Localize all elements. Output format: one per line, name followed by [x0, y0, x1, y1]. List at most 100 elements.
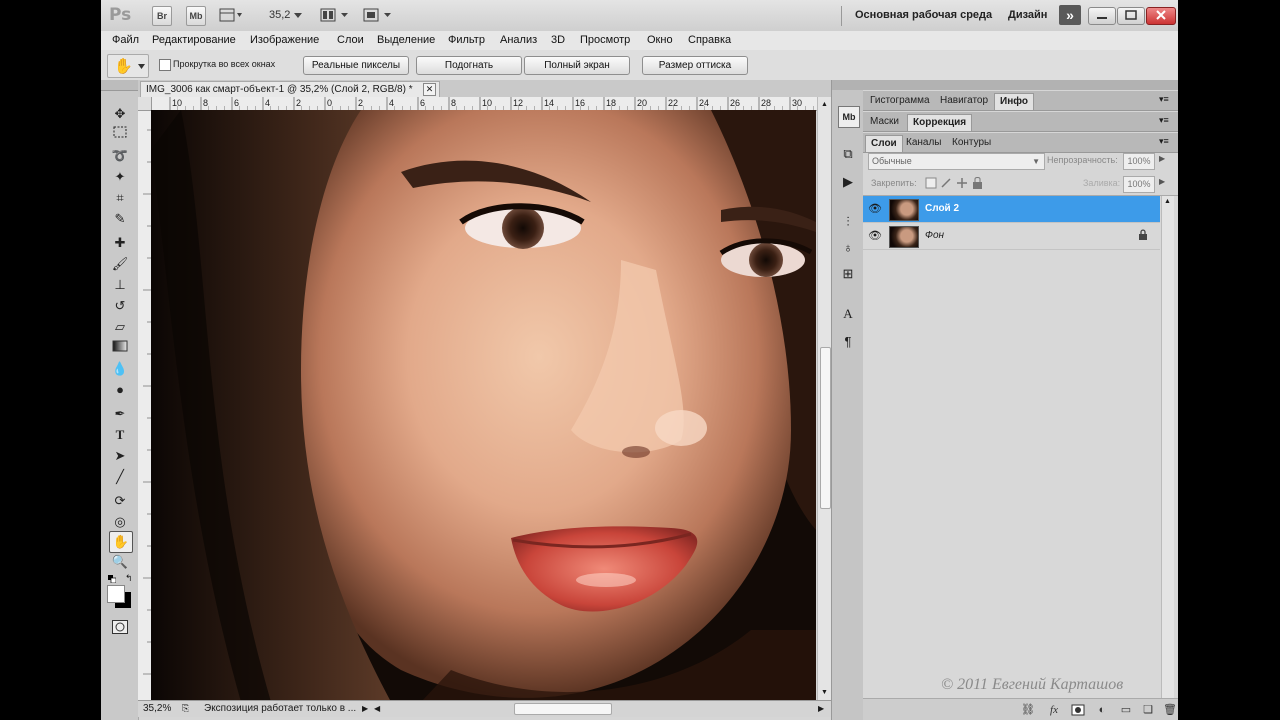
minimize-button[interactable]: [1088, 7, 1116, 25]
arrange-documents-icon[interactable]: [320, 8, 352, 22]
tool-presets-panel-icon[interactable]: ⊞: [838, 264, 858, 284]
vertical-scroll-thumb[interactable]: [820, 347, 831, 509]
new-layer-icon[interactable]: ❏: [1141, 703, 1155, 717]
menu-filter[interactable]: Фильтр: [448, 34, 485, 46]
layer-style-icon[interactable]: fx: [1047, 703, 1061, 717]
workspace-essentials[interactable]: Основная рабочая среда: [855, 9, 992, 21]
brush-tool-icon[interactable]: 🖌: [109, 254, 131, 274]
character-panel-icon[interactable]: A: [838, 304, 858, 324]
blend-mode-select[interactable]: Обычные ▼: [868, 153, 1045, 170]
view-extras-icon[interactable]: [219, 8, 243, 22]
layer-name[interactable]: Фон: [925, 230, 944, 241]
panels-dock-header[interactable]: [863, 80, 1178, 90]
image-canvas[interactable]: [151, 110, 816, 702]
add-mask-icon[interactable]: [1071, 703, 1085, 717]
close-document-icon[interactable]: ✕: [423, 83, 436, 96]
healing-brush-tool-icon[interactable]: ✚: [109, 233, 131, 253]
history-panel-icon[interactable]: ⧉: [838, 144, 858, 164]
workspace-design[interactable]: Дизайн: [1008, 9, 1047, 21]
menu-file[interactable]: Файл: [112, 34, 139, 46]
icon-strip-header[interactable]: [832, 80, 864, 90]
3d-orbit-tool-icon[interactable]: ◎: [109, 512, 131, 532]
scroll-up-icon[interactable]: ▲: [820, 101, 829, 110]
tab-masks[interactable]: Маски: [865, 114, 904, 130]
line-tool-icon[interactable]: ╱: [109, 467, 131, 487]
scroll-down-icon[interactable]: ▼: [820, 689, 829, 698]
adjustments-panel-menu-icon[interactable]: ▾≡: [1159, 115, 1169, 126]
tab-adjustments[interactable]: Коррекция: [907, 114, 973, 131]
tab-histogram[interactable]: Гистограмма: [865, 93, 935, 109]
eraser-tool-icon[interactable]: ▱: [109, 317, 131, 337]
tab-paths[interactable]: Контуры: [947, 135, 996, 151]
vertical-scrollbar[interactable]: ▲ ▼: [817, 97, 832, 702]
zoom-level[interactable]: 35,2: [269, 9, 290, 21]
layers-scrollbar[interactable]: ▲: [1161, 196, 1174, 699]
ruler-origin[interactable]: [138, 97, 152, 111]
path-selection-tool-icon[interactable]: ➤: [109, 446, 131, 466]
swap-colors-icon[interactable]: ↰: [125, 573, 135, 583]
maximize-button[interactable]: [1117, 7, 1145, 25]
scroll-all-windows-checkbox[interactable]: [159, 59, 171, 71]
brushes-panel-icon[interactable]: ⫶: [838, 212, 858, 232]
gradient-tool-icon[interactable]: [109, 338, 131, 358]
bridge-button[interactable]: Br: [152, 6, 172, 26]
clone-source-panel-icon[interactable]: ♁: [838, 238, 858, 258]
menu-select[interactable]: Выделение: [377, 34, 435, 46]
delete-layer-icon[interactable]: 🗑: [1163, 703, 1177, 717]
paragraph-panel-icon[interactable]: ¶: [838, 332, 858, 352]
quick-mask-icon[interactable]: [112, 620, 128, 634]
menu-edit[interactable]: Редактирование: [152, 34, 236, 46]
link-layers-icon[interactable]: ⛓: [1021, 703, 1035, 717]
quick-selection-tool-icon[interactable]: ✦: [109, 167, 131, 187]
fill-field[interactable]: 100%: [1123, 176, 1155, 193]
menu-image[interactable]: Изображение: [250, 34, 319, 46]
screen-mode-icon[interactable]: [363, 8, 395, 22]
actions-panel-icon[interactable]: ▶: [838, 172, 858, 192]
status-zoom[interactable]: 35,2%: [143, 703, 171, 714]
opacity-field[interactable]: 100%: [1123, 153, 1155, 170]
tab-channels[interactable]: Каналы: [901, 135, 947, 151]
fill-arrow-icon[interactable]: ▶: [1159, 177, 1165, 186]
menu-view[interactable]: Просмотр: [580, 34, 630, 46]
move-tool-icon[interactable]: ✥: [109, 104, 131, 124]
zoom-tool-icon[interactable]: 🔍: [109, 552, 131, 572]
fill-screen-button[interactable]: Полный экран: [524, 56, 630, 75]
clone-stamp-tool-icon[interactable]: ⊥: [109, 275, 131, 295]
menu-analysis[interactable]: Анализ: [500, 34, 537, 46]
hand-tool-active-icon[interactable]: ✋: [109, 531, 133, 553]
horizontal-scroll-thumb[interactable]: [514, 703, 612, 715]
document-tab[interactable]: IMG_3006 как смарт-объект-1 @ 35,2% (Сло…: [140, 81, 440, 97]
layers-panel-menu-icon[interactable]: ▾≡: [1159, 136, 1169, 147]
foreground-color-swatch[interactable]: [107, 585, 125, 603]
print-size-button[interactable]: Размер оттиска: [642, 56, 748, 75]
tools-panel-header[interactable]: [101, 80, 138, 91]
scroll-left-icon[interactable]: ◀: [374, 704, 382, 714]
history-brush-tool-icon[interactable]: ↺: [109, 296, 131, 316]
layer-row-layer2[interactable]: 👁 Слой 2: [863, 196, 1160, 223]
lasso-tool-icon[interactable]: ➰: [109, 146, 131, 166]
scroll-right-icon[interactable]: ▶: [818, 704, 826, 714]
status-export-icon[interactable]: ⎘: [182, 703, 194, 714]
tab-layers[interactable]: Слои: [865, 135, 903, 152]
adjustment-layer-icon[interactable]: ◐: [1095, 703, 1109, 717]
mini-bridge-button[interactable]: Mb: [186, 6, 206, 26]
dodge-tool-icon[interactable]: ●: [109, 380, 131, 400]
actual-pixels-button[interactable]: Реальные пикселы: [303, 56, 409, 75]
zoom-dropdown-icon[interactable]: [294, 10, 302, 18]
fit-screen-button[interactable]: Подогнать: [416, 56, 522, 75]
menu-layers[interactable]: Слои: [337, 34, 364, 46]
menu-3d[interactable]: 3D: [551, 34, 565, 46]
opacity-arrow-icon[interactable]: ▶: [1159, 154, 1165, 163]
menu-window[interactable]: Окно: [647, 34, 673, 46]
close-button[interactable]: [1146, 7, 1176, 25]
eyedropper-tool-icon[interactable]: ✎: [109, 209, 131, 229]
3d-rotate-tool-icon[interactable]: ⟳: [109, 491, 131, 511]
new-group-icon[interactable]: ▭: [1119, 703, 1133, 717]
info-panel-menu-icon[interactable]: ▾≡: [1159, 94, 1169, 105]
blur-tool-icon[interactable]: 💧: [109, 359, 131, 379]
mini-bridge-panel-icon[interactable]: Mb: [838, 106, 860, 128]
layer-visibility-eye-icon[interactable]: 👁: [868, 202, 882, 216]
default-colors-icon[interactable]: [108, 574, 117, 584]
marquee-tool-icon[interactable]: [109, 125, 131, 145]
layer-visibility-eye-icon[interactable]: 👁: [868, 229, 882, 243]
